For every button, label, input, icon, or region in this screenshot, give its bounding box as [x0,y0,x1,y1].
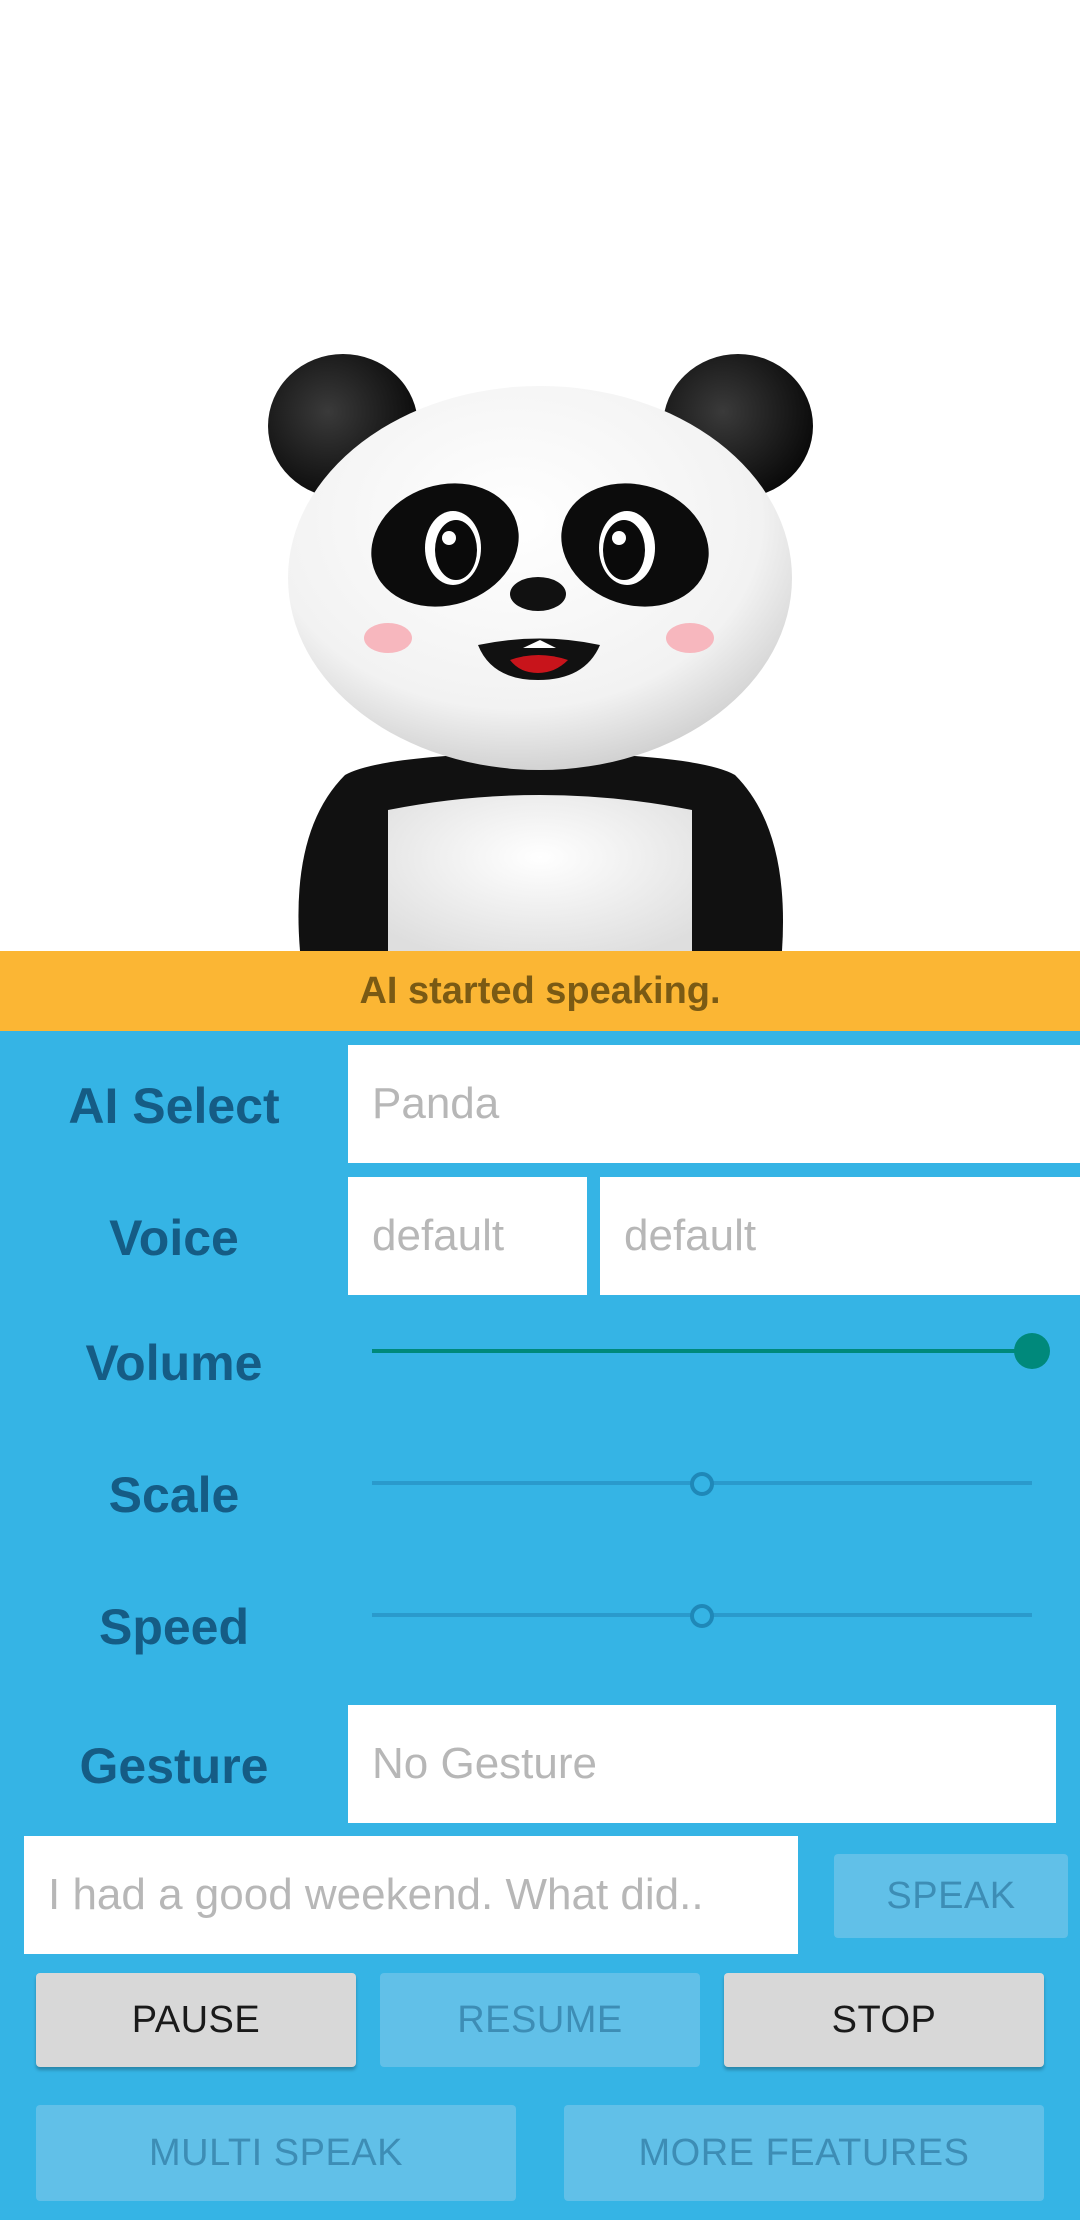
pause-button[interactable]: PAUSE [36,1973,356,2067]
scale-label: Scale [108,1467,240,1523]
speed-thumb[interactable] [690,1604,714,1628]
belly [388,795,692,951]
more-features-button[interactable]: MORE FEATURES [564,2105,1044,2201]
volume-track [372,1349,1032,1353]
speak-button-label: SPEAK [886,1874,1016,1917]
voice-type-dropdown[interactable]: default [600,1177,1080,1295]
stop-button[interactable]: STOP [724,1973,1044,2067]
speak-button[interactable]: SPEAK [834,1854,1068,1938]
gesture-dropdown[interactable]: No Gesture [348,1705,1056,1823]
stop-button-label: STOP [831,1998,937,2041]
resume-button[interactable]: RESUME [380,1973,700,2067]
speak-text-placeholder: I had a good weekend. What did.. [48,1870,704,1919]
pause-button-label: PAUSE [131,1998,261,2041]
status-banner: AI started speaking. [0,951,1080,1031]
gesture-label: Gesture [79,1738,269,1794]
speed-label: Speed [98,1599,250,1655]
voice-label: Voice [109,1210,239,1266]
panda-avatar [268,354,813,951]
more-features-button-label: MORE FEATURES [638,2131,970,2174]
scale-slider[interactable] [372,1463,1032,1503]
multi-speak-button-label: MULTI SPEAK [149,2131,403,2174]
gesture-value: No Gesture [372,1739,597,1788]
scale-thumb[interactable] [690,1472,714,1496]
speed-slider[interactable] [372,1595,1032,1635]
volume-thumb[interactable] [1014,1333,1050,1369]
control-panel: AI Select Panda Voice default default Vo… [0,1031,1080,2220]
resume-button-label: RESUME [457,1998,623,2041]
voice-type-value: default [624,1211,757,1260]
speak-text-input[interactable]: I had a good weekend. What did.. [24,1836,798,1954]
volume-slider[interactable] [372,1331,1050,1371]
ai-select-label: AI Select [68,1078,280,1134]
voice-language-dropdown[interactable]: default [348,1177,587,1295]
multi-speak-button[interactable]: MULTI SPEAK [36,2105,516,2201]
avatar-stage [0,0,1080,951]
ai-select-value: Panda [372,1079,500,1128]
volume-label: Volume [85,1335,263,1391]
ai-select-dropdown[interactable]: Panda [348,1045,1080,1163]
voice-language-value: default [372,1211,505,1260]
status-message: AI started speaking. [359,969,721,1012]
